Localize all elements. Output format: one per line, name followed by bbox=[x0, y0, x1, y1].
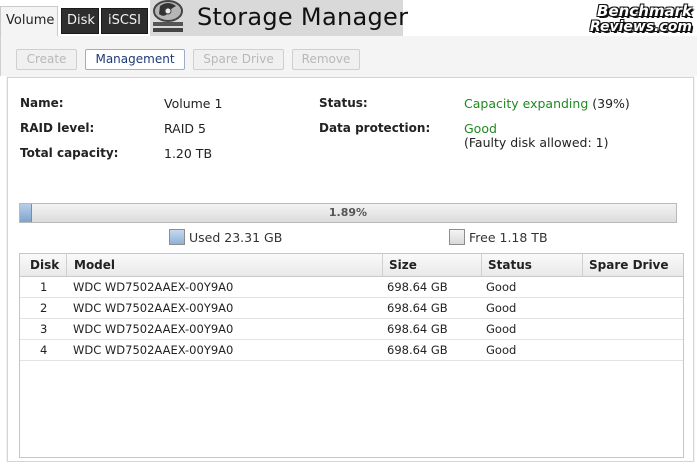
raid-level-label: RAID level: bbox=[20, 121, 95, 135]
table-row[interactable]: 3 WDC WD7502AAEX-00Y9A0 698.64 GB Good bbox=[20, 319, 683, 340]
disk-size: 698.64 GB bbox=[387, 301, 448, 315]
create-button[interactable]: Create bbox=[16, 49, 77, 70]
disk-model: WDC WD7502AAEX-00Y9A0 bbox=[73, 322, 234, 336]
name-label: Name: bbox=[20, 96, 64, 110]
column-header-status[interactable]: Status bbox=[482, 254, 583, 276]
used-legend: Used 23.31 GB bbox=[189, 230, 283, 245]
table-row[interactable]: 4 WDC WD7502AAEX-00Y9A0 698.64 GB Good bbox=[20, 340, 683, 361]
disk-model: WDC WD7502AAEX-00Y9A0 bbox=[73, 280, 234, 294]
app-title: Storage Manager bbox=[197, 3, 409, 31]
column-header-disk[interactable]: Disk bbox=[20, 254, 67, 276]
capacity-percent: 1.89% bbox=[328, 206, 368, 219]
disk-table: Disk Model Size Status Spare Drive 1 WDC… bbox=[19, 253, 684, 458]
status-progress: (39%) bbox=[592, 96, 630, 111]
management-button[interactable]: Management bbox=[85, 49, 185, 70]
faulty-disk-note: (Faulty disk allowed: 1) bbox=[464, 135, 609, 150]
disk-size: 698.64 GB bbox=[387, 343, 448, 357]
disk-status: Good bbox=[486, 280, 517, 294]
spare-drive-button[interactable]: Spare Drive bbox=[193, 49, 284, 70]
tab-disk[interactable]: Disk bbox=[61, 8, 99, 34]
name-value: Volume 1 bbox=[164, 96, 223, 111]
column-header-model[interactable]: Model bbox=[68, 254, 383, 276]
capacity-bar: 1.89% bbox=[19, 203, 677, 223]
tab-volume[interactable]: Volume bbox=[0, 6, 58, 36]
tab-iscsi[interactable]: iSCSI bbox=[101, 8, 148, 34]
disk-number: 3 bbox=[40, 322, 48, 336]
free-swatch bbox=[449, 229, 465, 245]
raid-level-value: RAID 5 bbox=[164, 121, 206, 136]
status-value: Capacity expanding bbox=[464, 96, 589, 111]
table-row[interactable]: 1 WDC WD7502AAEX-00Y9A0 698.64 GB Good bbox=[20, 277, 683, 298]
watermark-line-1: Benchmark bbox=[597, 2, 692, 20]
disk-number: 4 bbox=[40, 343, 48, 357]
disk-status: Good bbox=[486, 322, 517, 336]
disk-number: 2 bbox=[40, 301, 48, 315]
total-capacity-value: 1.20 TB bbox=[164, 146, 213, 161]
table-row[interactable]: 2 WDC WD7502AAEX-00Y9A0 698.64 GB Good bbox=[20, 298, 683, 319]
watermark-line-2: Reviews.com bbox=[589, 19, 692, 35]
status-value-line: Capacity expanding (39%) bbox=[464, 96, 630, 111]
remove-button[interactable]: Remove bbox=[292, 49, 360, 70]
status-label: Status: bbox=[319, 96, 368, 110]
disk-number: 1 bbox=[40, 280, 48, 294]
data-protection-label: Data protection: bbox=[319, 121, 431, 135]
disk-size: 698.64 GB bbox=[387, 280, 448, 294]
column-header-size[interactable]: Size bbox=[383, 254, 482, 276]
table-header: Disk Model Size Status Spare Drive bbox=[20, 254, 683, 277]
top-bar: Volume Disk iSCSI Storage Manager Benchm… bbox=[0, 0, 697, 36]
watermark-logo: Benchmark Reviews.com bbox=[586, 2, 696, 38]
disk-size: 698.64 GB bbox=[387, 322, 448, 336]
data-protection-value: Good bbox=[464, 121, 497, 136]
storage-manager-icon bbox=[150, 0, 188, 36]
disk-status: Good bbox=[486, 301, 517, 315]
toolbar: Create Management Spare Drive Remove bbox=[0, 36, 697, 76]
total-capacity-label: Total capacity: bbox=[20, 146, 119, 160]
disk-status: Good bbox=[486, 343, 517, 357]
column-header-spare-drive[interactable]: Spare Drive bbox=[583, 254, 683, 276]
disk-model: WDC WD7502AAEX-00Y9A0 bbox=[73, 301, 234, 315]
disk-model: WDC WD7502AAEX-00Y9A0 bbox=[73, 343, 234, 357]
used-swatch bbox=[169, 229, 185, 245]
free-legend: Free 1.18 TB bbox=[469, 230, 548, 245]
